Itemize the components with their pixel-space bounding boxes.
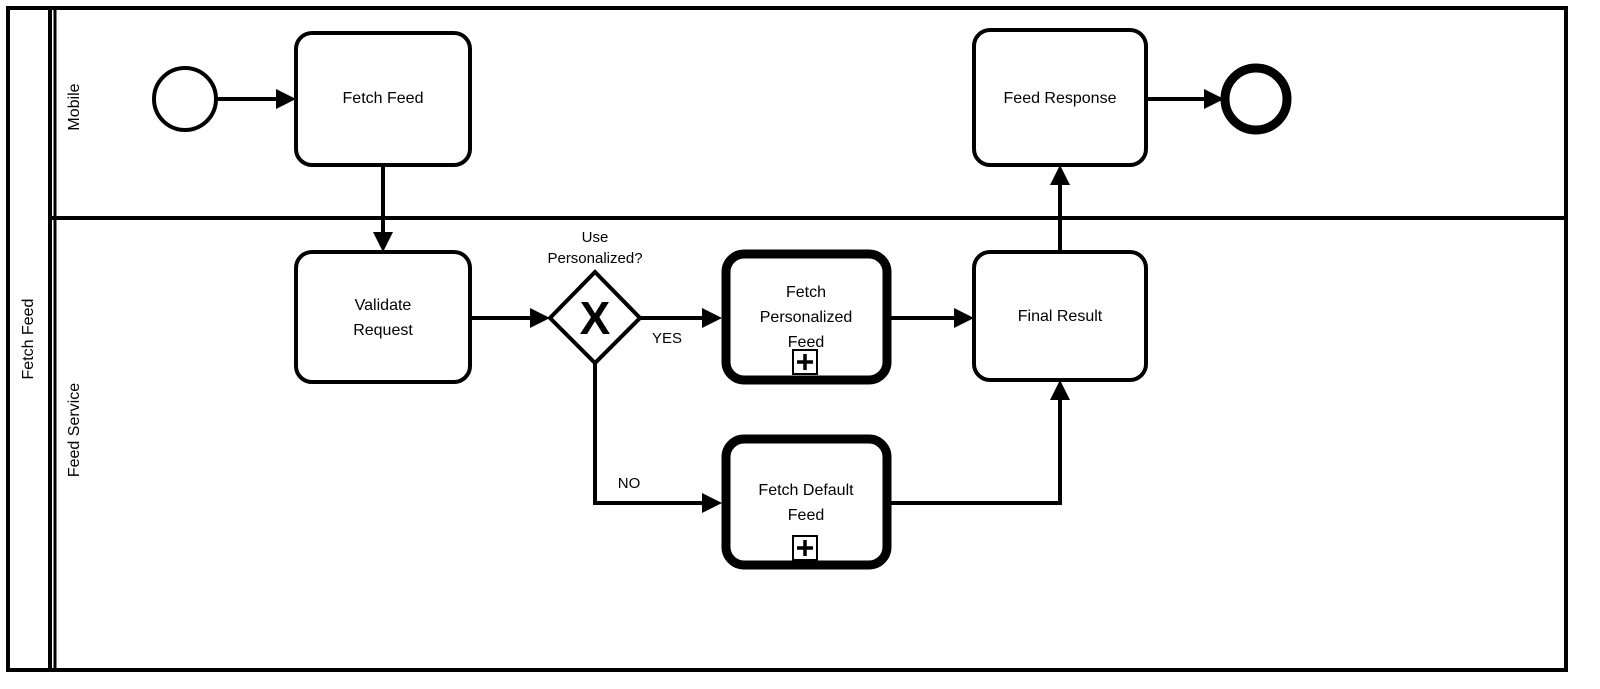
subprocess-personalized-label-line3: Feed [788,334,824,351]
subprocess-fetch-default-feed[interactable]: Fetch Default Feed [721,434,892,570]
end-event[interactable] [1220,63,1292,135]
task-validate-request[interactable]: Validate Request [294,250,472,384]
flow-label-no: NO [618,475,641,492]
task-feed-response-label: Feed Response [1004,90,1117,107]
plus-marker-icon [792,535,818,561]
task-final-result[interactable]: Final Result [972,250,1148,382]
bpmn-svg-root: Fetch Feed Mobile Feed Service YES NO Fe… [6,6,1568,672]
subprocess-personalized-label-line1: Fetch [786,284,826,301]
task-validate-request-box[interactable] [294,250,472,384]
task-validate-request-label-line2: Request [353,322,413,339]
task-validate-request-label-line1: Validate [355,297,412,314]
task-feed-response[interactable]: Feed Response [972,28,1148,167]
subprocess-personalized-label-line2: Personalized [760,309,853,326]
task-final-result-label: Final Result [1018,308,1103,325]
subprocess-default-label-line2: Feed [788,507,824,524]
bpmn-diagram-canvas: Fetch Feed Mobile Feed Service YES NO Fe… [0,0,1600,689]
plus-marker-icon [792,349,818,375]
subprocess-fetch-personalized-feed[interactable]: Fetch Personalized Feed [721,249,892,385]
task-fetch-feed-label: Fetch Feed [343,90,424,107]
flow-label-yes: YES [652,330,682,347]
end-event-circle[interactable] [1220,63,1292,135]
gateway-x-icon: X [580,292,611,344]
gateway-label-line2: Personalized? [547,250,642,267]
start-event-circle[interactable] [152,66,218,132]
gateway-label-line1: Use [582,229,609,246]
lane-feed-service-label: Feed Service [66,383,83,477]
start-event[interactable] [152,66,218,132]
task-fetch-feed[interactable]: Fetch Feed [294,31,472,167]
pool-label: Fetch Feed [20,299,37,380]
subprocess-default-label-line1: Fetch Default [758,482,854,499]
lane-mobile-label: Mobile [66,83,83,130]
